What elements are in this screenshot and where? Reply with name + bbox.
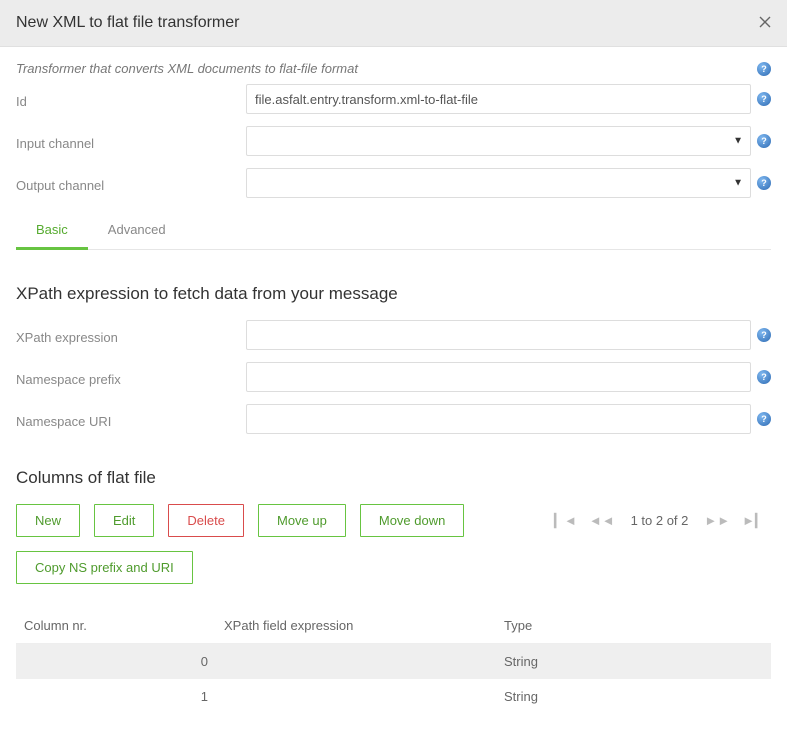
- xpath-section-title: XPath expression to fetch data from your…: [16, 284, 771, 304]
- tab-advanced[interactable]: Advanced: [88, 212, 186, 250]
- xpath-expression-input[interactable]: [246, 320, 751, 350]
- move-up-button[interactable]: Move up: [258, 504, 346, 537]
- tab-basic[interactable]: Basic: [16, 212, 88, 250]
- pager-prev-icon[interactable]: ◄◄: [583, 509, 621, 532]
- cell-nr: 1: [16, 679, 216, 714]
- copy-ns-button[interactable]: Copy NS prefix and URI: [16, 551, 193, 584]
- cell-type: String: [496, 644, 771, 680]
- help-icon[interactable]: ?: [757, 176, 771, 190]
- namespace-uri-input[interactable]: [246, 404, 751, 434]
- help-icon[interactable]: ?: [757, 328, 771, 342]
- description-text: Transformer that converts XML documents …: [16, 61, 751, 76]
- close-icon[interactable]: [759, 16, 771, 30]
- cell-xpath: [216, 644, 496, 680]
- pager-text: 1 to 2 of 2: [631, 513, 689, 528]
- input-channel-select[interactable]: [246, 126, 751, 156]
- dialog-header: New XML to flat file transformer: [0, 0, 787, 47]
- id-label: Id: [16, 90, 246, 109]
- pager-next-icon[interactable]: ►►: [698, 509, 736, 532]
- columns-table: Column nr. XPath field expression Type 0…: [16, 608, 771, 714]
- table-row[interactable]: 1 String: [16, 679, 771, 714]
- help-icon[interactable]: ?: [757, 62, 771, 76]
- col-header-type: Type: [496, 608, 771, 644]
- col-header-xpath: XPath field expression: [216, 608, 496, 644]
- id-input[interactable]: [246, 84, 751, 114]
- help-icon[interactable]: ?: [757, 370, 771, 384]
- namespace-prefix-input[interactable]: [246, 362, 751, 392]
- columns-section-title: Columns of flat file: [16, 468, 771, 488]
- cell-xpath: [216, 679, 496, 714]
- edit-button[interactable]: Edit: [94, 504, 154, 537]
- namespace-uri-label: Namespace URI: [16, 410, 246, 429]
- delete-button[interactable]: Delete: [168, 504, 244, 537]
- new-button[interactable]: New: [16, 504, 80, 537]
- columns-toolbar: New Edit Delete Move up Move down ▎◄ ◄◄ …: [16, 504, 771, 547]
- cell-type: String: [496, 679, 771, 714]
- input-channel-label: Input channel: [16, 132, 246, 151]
- tabs: Basic Advanced: [16, 212, 771, 250]
- help-icon[interactable]: ?: [757, 92, 771, 106]
- help-icon[interactable]: ?: [757, 412, 771, 426]
- pager: ▎◄ ◄◄ 1 to 2 of 2 ►► ►▎: [548, 509, 771, 533]
- pager-first-icon[interactable]: ▎◄: [548, 509, 583, 533]
- table-row[interactable]: 0 String: [16, 644, 771, 680]
- dialog-body: Transformer that converts XML documents …: [0, 47, 787, 738]
- dialog-title: New XML to flat file transformer: [16, 14, 239, 32]
- xpath-expression-label: XPath expression: [16, 326, 246, 345]
- move-down-button[interactable]: Move down: [360, 504, 464, 537]
- help-icon[interactable]: ?: [757, 134, 771, 148]
- pager-last-icon[interactable]: ►▎: [736, 509, 771, 533]
- output-channel-label: Output channel: [16, 174, 246, 193]
- col-header-nr: Column nr.: [16, 608, 216, 644]
- namespace-prefix-label: Namespace prefix: [16, 368, 246, 387]
- cell-nr: 0: [16, 644, 216, 680]
- output-channel-select[interactable]: [246, 168, 751, 198]
